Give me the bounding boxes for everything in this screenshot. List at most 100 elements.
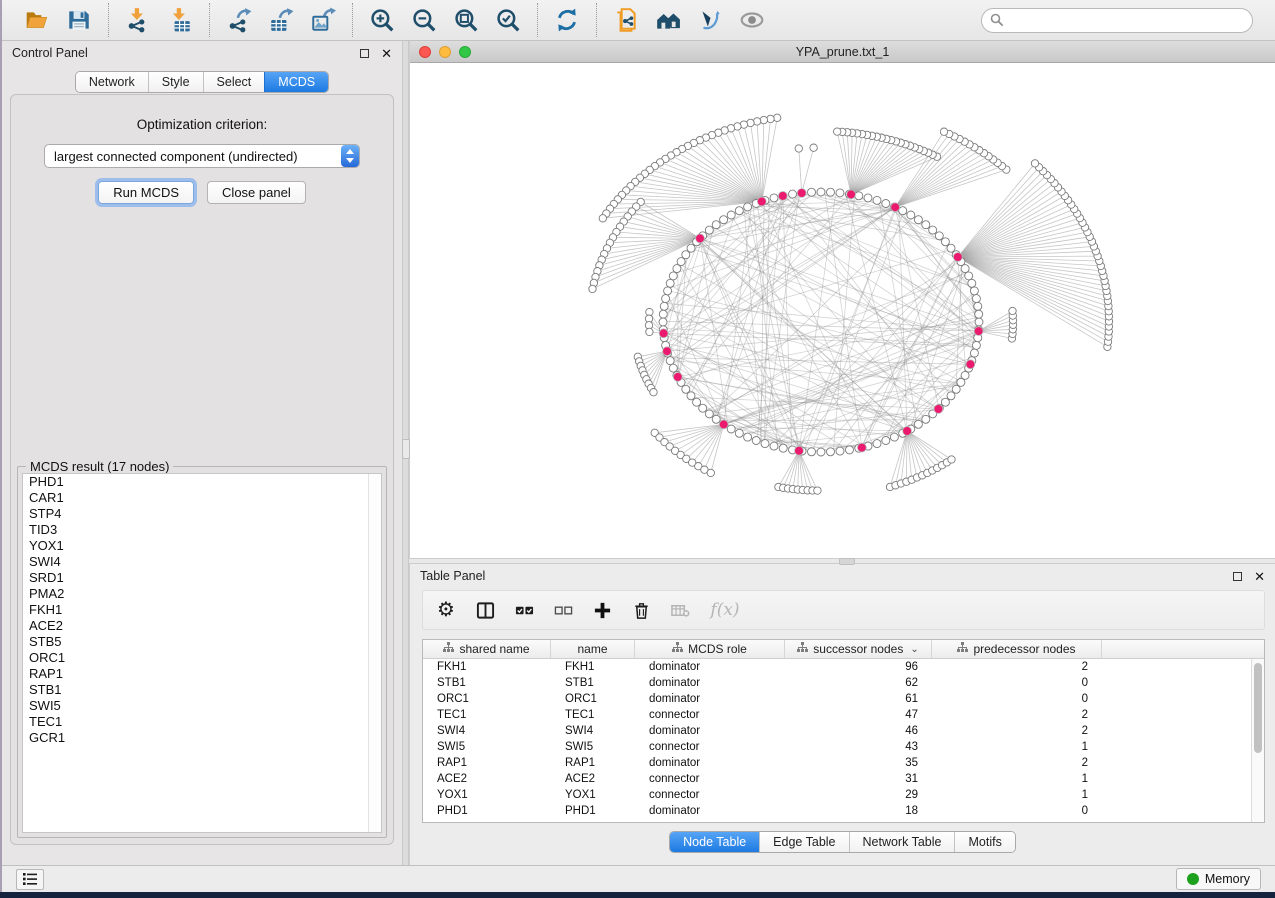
cell[interactable]: YOX1 (423, 789, 551, 801)
mcds-result-item[interactable]: YOX1 (23, 538, 381, 554)
mcds-result-item[interactable]: STP4 (23, 506, 381, 522)
cell[interactable]: RAP1 (423, 757, 551, 769)
network-graph[interactable] (410, 63, 1275, 558)
zoom-selected-icon[interactable] (495, 7, 521, 33)
open-file-icon[interactable] (24, 7, 50, 33)
tab-mcds[interactable]: MCDS (264, 72, 328, 92)
close-panel-icon[interactable]: ✕ (1254, 570, 1265, 583)
cell[interactable]: FKH1 (423, 661, 551, 673)
mcds-result-item[interactable]: TID3 (23, 522, 381, 538)
optimization-criterion-select[interactable]: largest connected component (undirected) (44, 144, 360, 168)
cell[interactable]: dominator (635, 725, 785, 737)
zoom-fit-icon[interactable] (453, 7, 479, 33)
cell[interactable]: SWI5 (423, 741, 551, 753)
window-maximize-icon[interactable] (459, 46, 471, 58)
close-panel-icon[interactable]: ✕ (381, 47, 392, 60)
delete-column-icon[interactable] (630, 599, 652, 621)
cell[interactable]: 96 (785, 661, 932, 673)
column-header-successor-nodes[interactable]: successor nodes⌄ (785, 640, 932, 658)
cell[interactable]: 2 (932, 709, 1102, 721)
cell[interactable]: dominator (635, 677, 785, 689)
cell[interactable]: 2 (932, 661, 1102, 673)
cell[interactable]: connector (635, 773, 785, 785)
cell[interactable]: 0 (932, 805, 1102, 817)
tab-motifs[interactable]: Motifs (954, 832, 1014, 852)
cell[interactable]: 62 (785, 677, 932, 689)
deselect-all-rows-icon[interactable] (552, 599, 574, 621)
window-close-icon[interactable] (419, 46, 431, 58)
column-header-shared-name[interactable]: shared name (423, 640, 551, 658)
export-table-icon[interactable] (268, 7, 294, 33)
mcds-result-item[interactable]: GCR1 (23, 730, 381, 746)
visual-styles-icon[interactable] (697, 7, 723, 33)
zoom-in-icon[interactable] (369, 7, 395, 33)
home-networks-icon[interactable] (655, 7, 681, 33)
mcds-result-item[interactable]: ACE2 (23, 618, 381, 634)
cell[interactable]: 43 (785, 741, 932, 753)
cell[interactable]: ACE2 (423, 773, 551, 785)
cell[interactable]: PHD1 (423, 805, 551, 817)
table-row[interactable]: STB1STB1dominator620 (423, 675, 1251, 691)
cell[interactable]: FKH1 (551, 661, 635, 673)
cell[interactable]: dominator (635, 805, 785, 817)
network-canvas[interactable] (410, 63, 1275, 558)
cell[interactable]: 1 (932, 741, 1102, 753)
vertical-splitter[interactable] (402, 41, 409, 865)
mcds-result-item[interactable]: ORC1 (23, 650, 381, 666)
tab-network[interactable]: Network (76, 72, 148, 92)
cell[interactable]: SWI4 (551, 725, 635, 737)
mcds-result-item[interactable]: PHD1 (23, 474, 381, 490)
run-mcds-button[interactable]: Run MCDS (98, 181, 194, 204)
cell[interactable]: PHD1 (551, 805, 635, 817)
mcds-result-item[interactable]: FKH1 (23, 602, 381, 618)
cell[interactable]: connector (635, 709, 785, 721)
zoom-out-icon[interactable] (411, 7, 437, 33)
mcds-result-item[interactable]: STB5 (23, 634, 381, 650)
cell[interactable]: 46 (785, 725, 932, 737)
cell[interactable]: 1 (932, 789, 1102, 801)
cell[interactable]: 29 (785, 789, 932, 801)
mcds-result-item[interactable]: PMA2 (23, 586, 381, 602)
cell[interactable]: 1 (932, 773, 1102, 785)
table-row[interactable]: RAP1RAP1dominator352 (423, 755, 1251, 771)
memory-button[interactable]: Memory (1176, 868, 1261, 890)
cell[interactable]: 2 (932, 725, 1102, 737)
tab-select[interactable]: Select (203, 72, 265, 92)
cell[interactable]: dominator (635, 661, 785, 673)
mcds-result-list[interactable]: PHD1CAR1STP4TID3YOX1SWI4SRD1PMA2FKH1ACE2… (22, 473, 382, 833)
mcds-list-scrollbar[interactable] (368, 474, 381, 832)
mcds-result-item[interactable]: SWI4 (23, 554, 381, 570)
import-table-icon[interactable] (167, 7, 193, 33)
splitter-handle[interactable] (839, 558, 855, 565)
float-panel-icon[interactable] (1233, 572, 1242, 581)
network-from-file-icon[interactable] (613, 7, 639, 33)
select-all-rows-icon[interactable] (513, 599, 535, 621)
mcds-result-item[interactable]: TEC1 (23, 714, 381, 730)
cell[interactable]: YOX1 (551, 789, 635, 801)
cell[interactable]: 47 (785, 709, 932, 721)
cell[interactable]: RAP1 (551, 757, 635, 769)
column-header-MCDS-role[interactable]: MCDS role (635, 640, 785, 658)
close-panel-button[interactable]: Close panel (207, 181, 306, 204)
table-row[interactable]: YOX1YOX1connector291 (423, 787, 1251, 803)
cell[interactable]: SWI4 (423, 725, 551, 737)
cell[interactable]: STB1 (551, 677, 635, 689)
import-network-icon[interactable] (125, 7, 151, 33)
cell[interactable]: 35 (785, 757, 932, 769)
cell[interactable]: 0 (932, 693, 1102, 705)
mcds-result-item[interactable]: SRD1 (23, 570, 381, 586)
cell[interactable]: connector (635, 741, 785, 753)
cell[interactable]: TEC1 (551, 709, 635, 721)
table-row[interactable]: ORC1ORC1dominator610 (423, 691, 1251, 707)
cell[interactable]: ACE2 (551, 773, 635, 785)
table-row[interactable]: FKH1FKH1dominator962 (423, 659, 1251, 675)
export-network-icon[interactable] (226, 7, 252, 33)
cell[interactable]: 61 (785, 693, 932, 705)
table-row[interactable]: SWI4SWI4dominator462 (423, 723, 1251, 739)
table-row[interactable]: TEC1TEC1connector472 (423, 707, 1251, 723)
export-image-icon[interactable] (310, 7, 336, 33)
column-header-name[interactable]: name (551, 640, 635, 658)
table-row[interactable]: SWI5SWI5connector431 (423, 739, 1251, 755)
show-column-icon[interactable] (474, 599, 496, 621)
tab-style[interactable]: Style (148, 72, 203, 92)
